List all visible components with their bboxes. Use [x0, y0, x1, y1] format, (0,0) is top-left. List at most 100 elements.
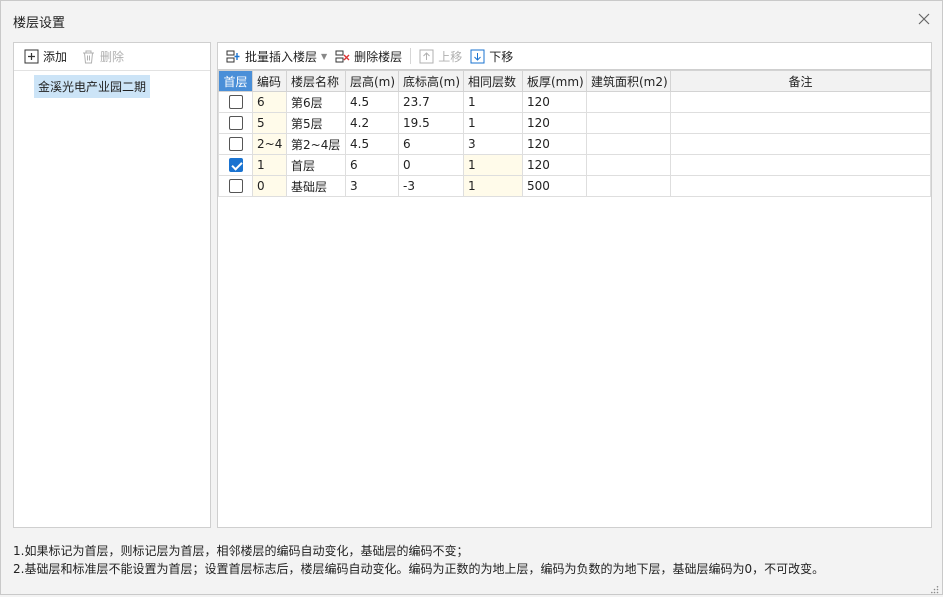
batch-insert-label: 批量插入楼层: [245, 49, 318, 64]
remark-cell[interactable]: [670, 133, 931, 155]
col-header-first-floor[interactable]: 首层: [218, 70, 253, 92]
insert-rows-icon: [226, 49, 241, 64]
col-header-slab[interactable]: 板厚(mm): [522, 70, 587, 92]
remark-cell[interactable]: [670, 175, 931, 197]
dialog-title: 楼层设置: [13, 16, 66, 31]
trash-icon: [81, 49, 96, 64]
table-row[interactable]: 2~4 第2~4层 4.5 6 3 120: [218, 133, 931, 155]
remark-cell[interactable]: [670, 91, 931, 113]
height-cell[interactable]: 3: [345, 175, 399, 197]
same-count-cell[interactable]: 1: [463, 175, 523, 197]
base-elevation-cell[interactable]: 6: [398, 133, 464, 155]
delete-floor-label: 删除楼层: [354, 49, 403, 64]
slab-cell[interactable]: 500: [522, 175, 587, 197]
first-floor-checkbox[interactable]: [228, 116, 243, 131]
first-floor-cell[interactable]: [218, 133, 253, 155]
building-tree-panel: 添加 删除 金溪光电产业园二期: [13, 42, 211, 528]
area-cell[interactable]: [586, 91, 671, 113]
first-floor-checkbox[interactable]: [228, 158, 243, 173]
arrow-up-icon: [419, 49, 434, 64]
note-line-2: 2.基础层和标准层不能设置为首层；设置首层标志后，楼层编码自动变化。编码为正数的…: [13, 562, 825, 576]
same-count-cell[interactable]: 3: [463, 133, 523, 155]
area-cell[interactable]: [586, 133, 671, 155]
first-floor-cell[interactable]: [218, 91, 253, 113]
table-header-row: 首层 编码 楼层名称 层高(m) 底标高(m) 相同层数 板厚(mm) 建筑面积…: [218, 70, 931, 92]
table-row[interactable]: 5 第5层 4.2 19.5 1 120: [218, 112, 931, 134]
slab-cell[interactable]: 120: [522, 133, 587, 155]
add-button[interactable]: 添加: [20, 46, 71, 68]
height-cell[interactable]: 6: [345, 154, 399, 176]
col-header-same-count[interactable]: 相同层数: [463, 70, 523, 92]
add-label: 添加: [43, 50, 68, 64]
name-cell[interactable]: 第2~4层: [286, 133, 346, 155]
title-bar: 楼层设置: [1, 1, 942, 39]
batch-insert-floors-button[interactable]: 批量插入楼层 ▼: [222, 45, 331, 67]
first-floor-cell[interactable]: [218, 175, 253, 197]
height-cell[interactable]: 4.5: [345, 133, 399, 155]
delete-rows-icon: [335, 49, 350, 64]
chevron-down-icon[interactable]: ▼: [321, 52, 327, 61]
delete-button[interactable]: 删除: [77, 46, 128, 68]
same-count-cell[interactable]: 1: [463, 154, 523, 176]
first-floor-checkbox[interactable]: [228, 137, 243, 152]
area-cell[interactable]: [586, 112, 671, 134]
name-cell[interactable]: 首层: [286, 154, 346, 176]
base-elevation-cell[interactable]: 0: [398, 154, 464, 176]
resize-grip-icon[interactable]: [931, 583, 939, 594]
height-cell[interactable]: 4.2: [345, 112, 399, 134]
delete-label: 删除: [100, 50, 125, 64]
same-count-cell[interactable]: 1: [463, 91, 523, 113]
name-cell[interactable]: 第5层: [286, 112, 346, 134]
area-cell[interactable]: [586, 175, 671, 197]
name-cell[interactable]: 第6层: [286, 91, 346, 113]
col-header-code[interactable]: 编码: [252, 70, 287, 92]
table-row[interactable]: 0 基础层 3 -3 1 500: [218, 175, 931, 197]
move-up-button[interactable]: 上移: [415, 45, 466, 67]
col-header-area[interactable]: 建筑面积(m2): [586, 70, 671, 92]
floor-table-panel: 批量插入楼层 ▼ 删除楼层 上移 下移 首层 编码 楼层名称 层高(m) 底标高…: [217, 42, 932, 528]
move-down-button[interactable]: 下移: [466, 45, 517, 67]
code-cell[interactable]: 6: [252, 91, 287, 113]
base-elevation-cell[interactable]: 19.5: [398, 112, 464, 134]
code-cell[interactable]: 0: [252, 175, 287, 197]
move-up-label: 上移: [438, 49, 463, 64]
height-cell[interactable]: 4.5: [345, 91, 399, 113]
table-row[interactable]: 6 第6层 4.5 23.7 1 120: [218, 91, 931, 113]
toolbar-divider: [410, 48, 412, 64]
name-cell[interactable]: 基础层: [286, 175, 346, 197]
building-tree: 金溪光电产业园二期: [14, 71, 210, 98]
left-toolbar: 添加 删除: [14, 43, 210, 71]
code-cell[interactable]: 5: [252, 112, 287, 134]
close-icon[interactable]: [916, 11, 932, 27]
remark-cell[interactable]: [670, 154, 931, 176]
col-header-remark[interactable]: 备注: [670, 70, 931, 92]
slab-cell[interactable]: 120: [522, 154, 587, 176]
col-header-name[interactable]: 楼层名称: [286, 70, 346, 92]
base-elevation-cell[interactable]: 23.7: [398, 91, 464, 113]
floor-table: 首层 编码 楼层名称 层高(m) 底标高(m) 相同层数 板厚(mm) 建筑面积…: [218, 70, 931, 197]
code-cell[interactable]: 1: [252, 154, 287, 176]
col-header-base-elevation[interactable]: 底标高(m): [398, 70, 464, 92]
first-floor-cell[interactable]: [218, 154, 253, 176]
floor-toolbar: 批量插入楼层 ▼ 删除楼层 上移 下移: [218, 43, 931, 70]
plus-square-icon: [24, 49, 39, 64]
table-row[interactable]: 1 首层 6 0 1 120: [218, 154, 931, 176]
same-count-cell[interactable]: 1: [463, 112, 523, 134]
tree-item-building[interactable]: 金溪光电产业园二期: [34, 75, 151, 98]
arrow-down-icon: [470, 49, 485, 64]
slab-cell[interactable]: 120: [522, 91, 587, 113]
slab-cell[interactable]: 120: [522, 112, 587, 134]
move-down-label: 下移: [489, 49, 514, 64]
delete-floor-button[interactable]: 删除楼层: [331, 45, 406, 67]
help-notes: 1.如果标记为首层，则标记层为首层，相邻楼层的编码自动变化，基础层的编码不变； …: [13, 542, 824, 578]
remark-cell[interactable]: [670, 112, 931, 134]
note-line-1: 1.如果标记为首层，则标记层为首层，相邻楼层的编码自动变化，基础层的编码不变；: [13, 544, 469, 558]
first-floor-checkbox[interactable]: [228, 179, 243, 194]
code-cell[interactable]: 2~4: [252, 133, 287, 155]
floor-settings-dialog: 楼层设置 添加 删除 金溪光电产业园二期 批量插入楼层 ▼ 删除楼层 上移 下移…: [0, 0, 943, 595]
first-floor-cell[interactable]: [218, 112, 253, 134]
area-cell[interactable]: [586, 154, 671, 176]
base-elevation-cell[interactable]: -3: [398, 175, 464, 197]
first-floor-checkbox[interactable]: [228, 95, 243, 110]
col-header-height[interactable]: 层高(m): [345, 70, 399, 92]
